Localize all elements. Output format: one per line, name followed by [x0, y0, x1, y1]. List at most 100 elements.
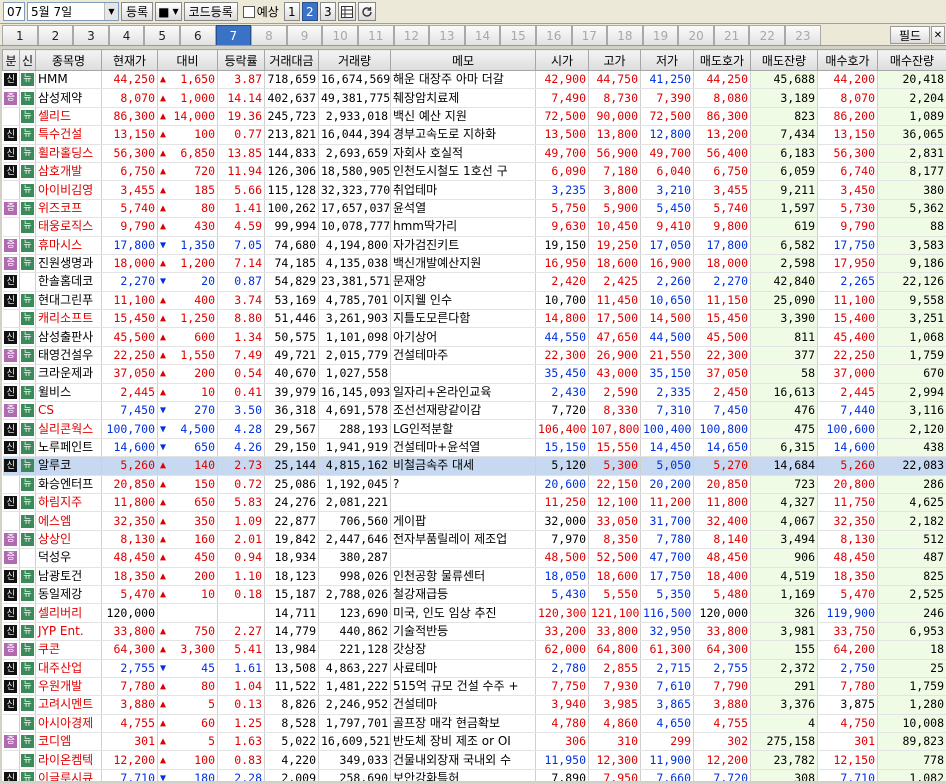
table-row[interactable]: 신 뉴 휠라홀딩스 56,300 ▲ 6,850 13.85 144,833 2,693,659… — [2, 144, 946, 163]
stock-name[interactable]: 삼성출판사 — [35, 327, 102, 347]
stock-name[interactable]: 쿠콘 — [35, 640, 102, 660]
memo-text[interactable]: 건설테마주 — [390, 346, 536, 366]
stock-name[interactable]: 휴마시스 — [35, 236, 102, 255]
table-row[interactable]: 신 뉴 크라운제과 37,050 ▲ 200 0.54 40,670 1,027,558 35,4… — [2, 364, 946, 384]
stock-name[interactable]: 크라운제과 — [35, 364, 102, 384]
stock-name[interactable]: 삼성제약 — [35, 88, 102, 108]
stock-name[interactable]: 에스엠 — [35, 511, 102, 531]
tab-10[interactable]: 10 — [322, 25, 358, 45]
memo-text[interactable] — [390, 493, 536, 513]
tab-3[interactable]: 3 — [73, 25, 109, 45]
tab-18[interactable]: 18 — [607, 25, 643, 45]
table-row[interactable]: 신 뉴 HMM 44,250 ▲ 1,650 3.87 718,659 16,674,569 해운… — [2, 70, 946, 90]
memo-text[interactable]: 기술적반등 — [390, 622, 536, 642]
table-row[interactable]: 증 뉴 상상인 8,130 ▲ 160 2.01 19,842 2,447,646 전자부품릴레이… — [2, 530, 946, 550]
table-row[interactable]: 증 덕성우 48,450 ▲ 450 0.94 18,934 380,287 48,500 52,… — [2, 548, 946, 568]
memo-text[interactable]: 문재앙 — [390, 272, 536, 292]
chevron-down-icon[interactable]: ▼ — [104, 3, 118, 20]
memo-text[interactable]: 윤석열 — [390, 199, 536, 219]
column-header[interactable]: 매도호가 — [693, 49, 751, 71]
memo-text[interactable] — [390, 364, 536, 384]
stock-name[interactable]: CS — [35, 401, 102, 421]
table-row[interactable]: 신 뉴 JYP Ent. 33,800 ▲ 750 2.27 14,779 440,862 기술적… — [2, 622, 946, 642]
forecast-checkbox[interactable]: 예상 — [242, 3, 279, 20]
stock-name[interactable]: 알루코 — [35, 456, 102, 476]
stock-name[interactable]: 화승엔터프 — [35, 475, 102, 494]
stock-name[interactable]: 한솔홈데코 — [35, 272, 102, 292]
memo-text[interactable] — [390, 548, 536, 568]
column-header[interactable]: 매도잔량 — [750, 49, 818, 71]
stock-name[interactable]: 셀리드 — [35, 107, 102, 127]
checkbox-icon[interactable] — [242, 5, 255, 18]
tab-9[interactable]: 9 — [286, 25, 323, 45]
tab-7[interactable]: 7 — [215, 25, 252, 45]
memo-text[interactable]: 사료테마 — [390, 659, 536, 678]
stock-name[interactable]: 셀리버리 — [35, 603, 102, 623]
stock-name[interactable]: 현대그린푸 — [35, 291, 102, 311]
table-row[interactable]: 뉴 태웅로직스 9,790 ▲ 430 4.59 99,994 10,078,777 hmm딱가… — [2, 217, 946, 237]
memo-text[interactable]: 건설테마+윤석열 — [390, 438, 536, 458]
tab-1[interactable]: 1 — [2, 25, 38, 45]
column-header[interactable]: 현재가 — [101, 49, 158, 71]
tab-13[interactable]: 13 — [429, 25, 465, 45]
filter-button[interactable]: 필드 — [890, 26, 930, 44]
column-header[interactable]: 종목명 — [35, 49, 102, 71]
stock-name[interactable]: 특수건설 — [35, 125, 102, 145]
close-icon[interactable]: ✕ — [931, 26, 945, 44]
memo-text[interactable]: 일자리+온라인교육 — [390, 383, 536, 403]
memo-text[interactable]: 지틀도모른다함 — [390, 309, 536, 329]
tab-19[interactable]: 19 — [642, 25, 679, 45]
table-row[interactable]: 신 뉴 고려시멘트 3,880 ▲ 5 0.13 8,826 2,246,952 건설테마 3,94… — [2, 695, 946, 715]
table-row[interactable]: 신 뉴 이글루시큐 7,710 ▼ 180 2.28 2,009 258,690 보안강화특허 7,… — [2, 769, 946, 781]
code-register-button[interactable]: 코드등록 — [183, 2, 238, 21]
tab-4[interactable]: 4 — [108, 25, 145, 45]
tab-8[interactable]: 8 — [251, 25, 287, 45]
tab-22[interactable]: 22 — [749, 25, 786, 45]
stock-name[interactable]: 아시아경제 — [35, 714, 102, 734]
memo-text[interactable]: 백신개발예산지원 — [390, 254, 536, 274]
table-row[interactable]: 증 뉴 삼성제약 8,070 ▲ 1,000 14.14 402,637 49,381,775 췌… — [2, 88, 946, 108]
column-header[interactable]: 거래대금 — [264, 49, 319, 71]
memo-text[interactable]: 경부고속도로 지하화 — [390, 125, 536, 145]
table-row[interactable]: 신 한솔홈데코 2,270 ▼ 20 0.87 54,829 23,381,571 문재앙 2,4… — [2, 272, 946, 292]
table-row[interactable]: 신 뉴 윌비스 2,445 ▲ 10 0.41 39,979 16,145,093 일자리+온라인… — [2, 383, 946, 403]
table-row[interactable]: 증 뉴 코디엠 301 ▲ 5 1.63 5,022 16,609,521 반도체 장비 제조 o… — [2, 732, 946, 752]
table-row[interactable]: 신 뉴 노루페인트 14,600 ▼ 650 4.26 29,150 1,941,919 건설테마… — [2, 438, 946, 458]
memo-text[interactable]: 아기상어 — [390, 327, 536, 347]
stock-name[interactable]: 코디엠 — [35, 732, 102, 752]
stock-name[interactable]: 태웅로직스 — [35, 217, 102, 237]
stock-name[interactable]: 진원생명과 — [35, 254, 102, 274]
memo-text[interactable]: 건물내외장재 국내외 수 — [390, 750, 536, 770]
tab-6[interactable]: 6 — [179, 25, 216, 45]
stock-name[interactable]: 상상인 — [35, 530, 102, 550]
stock-name[interactable]: 이글루시큐 — [35, 769, 102, 781]
memo-text[interactable]: ? — [390, 475, 536, 494]
view-button-3[interactable]: 3 — [319, 2, 336, 21]
table-row[interactable]: 신 뉴 삼호개발 6,750 ▲ 720 11.94 126,306 18,580,905 인천도… — [2, 162, 946, 182]
column-header[interactable]: 대비 — [157, 49, 218, 71]
column-header[interactable]: 메모 — [390, 49, 536, 71]
register-button[interactable]: 등록 — [121, 2, 154, 21]
grid-settings-icon[interactable] — [337, 2, 356, 21]
stock-name[interactable]: 동일제강 — [35, 585, 102, 605]
memo-text[interactable]: 조선선재랑같이감 — [390, 401, 536, 421]
tab-2[interactable]: 2 — [37, 25, 74, 45]
column-header[interactable]: 등락률 — [217, 49, 265, 71]
table-row[interactable]: 신 뉴 알루코 5,260 ▲ 140 2.73 25,144 4,815,162 비철금속주 대… — [2, 456, 946, 476]
date-select[interactable]: 5월 7일 ▼ — [27, 2, 119, 21]
memo-text[interactable]: 인천공항 물류센터 — [390, 567, 536, 586]
table-row[interactable]: 증 뉴 진원생명과 18,000 ▲ 1,200 7.14 74,185 4,135,038 백신… — [2, 254, 946, 274]
stock-name[interactable]: 태영건설우 — [35, 346, 102, 366]
stock-name[interactable]: 위즈코프 — [35, 199, 102, 219]
memo-text[interactable]: 해운 대장주 아마 더갈 — [390, 70, 536, 90]
view-button-2[interactable]: 2 — [301, 2, 318, 21]
stock-name[interactable]: 덕성우 — [35, 548, 102, 568]
memo-text[interactable]: 비철금속주 대세 — [390, 456, 536, 476]
table-row[interactable]: 신 뉴 특수건설 13,150 ▲ 100 0.77 213,821 16,044,394 경부고… — [2, 125, 946, 145]
column-header[interactable]: 저가 — [640, 49, 694, 71]
column-header[interactable]: 분 — [2, 49, 20, 71]
memo-text[interactable]: LG인적분할 — [390, 419, 536, 439]
stock-name[interactable]: 윌비스 — [35, 383, 102, 403]
memo-text[interactable]: 취업테마 — [390, 180, 536, 200]
column-header[interactable]: 시가 — [535, 49, 589, 71]
